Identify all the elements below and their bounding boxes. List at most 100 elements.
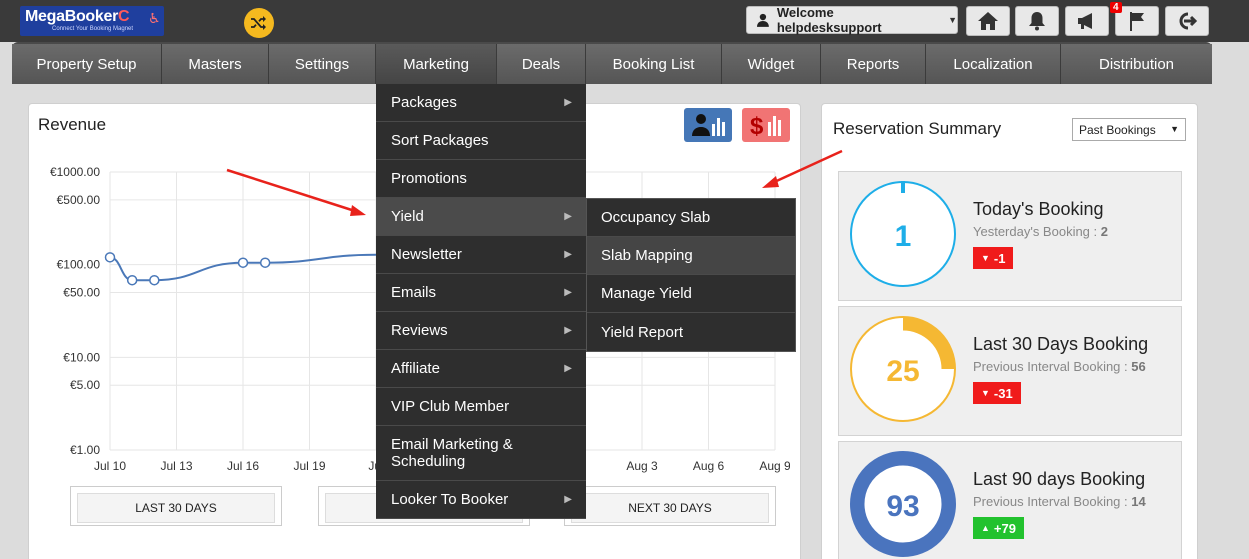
last-30-days-button[interactable]: LAST 30 DAYS	[70, 486, 282, 526]
x-tick-label: Aug 6	[693, 459, 725, 473]
home-button[interactable]	[966, 6, 1010, 36]
menu-item-looker-to-booker[interactable]: Looker To Booker ▶	[376, 481, 586, 519]
data-point	[237, 257, 249, 268]
last-30-days-value: 25	[886, 355, 919, 388]
chevron-right-icon: ▶	[564, 287, 572, 298]
booking-filter-select[interactable]: Past Bookings ▼	[1072, 118, 1186, 141]
next-30-days-button[interactable]: NEXT 30 DAYS	[564, 486, 776, 526]
nav-widget[interactable]: Widget	[722, 44, 821, 84]
menu-item-vip-club-member[interactable]: VIP Club Member	[376, 388, 586, 426]
chevron-right-icon: ▶	[564, 494, 572, 505]
today-booking-value: 1	[895, 220, 912, 253]
submenu-item-slab-mapping[interactable]: Slab Mapping	[587, 237, 795, 275]
booking-filter-value: Past Bookings	[1079, 122, 1156, 137]
megaphone-icon	[1078, 13, 1092, 29]
chevron-right-icon: ▶	[564, 211, 572, 222]
revenue-chart-button[interactable]: $	[742, 108, 790, 142]
nav-reports[interactable]: Reports	[821, 44, 926, 84]
nav-localization[interactable]: Localization	[926, 44, 1061, 84]
y-tick-label: €1000.00	[50, 165, 100, 179]
y-tick-label: €5.00	[70, 378, 100, 392]
guest-chart-button[interactable]	[684, 108, 732, 142]
today-booking-ring: 1	[850, 181, 956, 287]
revenue-series-points	[104, 252, 271, 286]
nav-booking-list[interactable]: Booking List	[586, 44, 722, 84]
x-tick-label: Aug 3	[626, 459, 658, 473]
logo-text: MegaBookerC	[25, 8, 130, 25]
menu-item-emails[interactable]: Emails ▶	[376, 274, 586, 312]
logo-tagline: Connect Your Booking Magnet	[52, 26, 134, 32]
x-tick-label: Aug 9	[759, 459, 790, 473]
chevron-right-icon: ▶	[564, 363, 572, 374]
last-30-days-ring: 25	[850, 316, 956, 422]
x-tick-label: Jul 13	[160, 459, 192, 473]
reservation-title: Reservation Summary	[833, 119, 1002, 138]
x-tick-label: Jul 19	[293, 459, 325, 473]
data-point	[126, 274, 138, 286]
last-30-days-title: Last 30 Days Booking	[973, 334, 1149, 354]
last-90-days-title: Last 90 days Booking	[973, 469, 1146, 489]
home-icon	[978, 12, 998, 30]
today-booking-card: 1 Today's Booking Yesterday's Booking : …	[838, 171, 1182, 301]
y-tick-label: €10.00	[63, 350, 100, 364]
last-90-days-value: 93	[886, 490, 919, 523]
data-point	[149, 274, 160, 286]
submenu-item-manage-yield[interactable]: Manage Yield	[587, 275, 795, 313]
menu-item-affiliate[interactable]: Affiliate ▶	[376, 350, 586, 388]
nav-settings[interactable]: Settings	[269, 44, 376, 84]
menu-item-email-marketing[interactable]: Email Marketing & Scheduling	[376, 426, 586, 481]
submenu-item-occupancy-slab[interactable]: Occupancy Slab	[587, 199, 795, 237]
chevron-right-icon: ▶	[564, 325, 572, 336]
previous-interval-sub: Previous Interval Booking : 14	[973, 494, 1146, 509]
flag-button[interactable]	[1115, 6, 1159, 36]
last-30-days-delta: ▼ -31	[973, 382, 1021, 404]
nav-marketing[interactable]: Marketing	[376, 44, 497, 84]
wheelchair-icon: ♿	[148, 10, 161, 26]
revenue-title: Revenue	[38, 115, 107, 134]
x-tick-label: Jul 16	[227, 459, 259, 473]
announcement-button[interactable]	[1065, 6, 1109, 36]
last-30-days-label: LAST 30 DAYS	[77, 493, 275, 523]
next-30-days-label: NEXT 30 DAYS	[571, 493, 769, 523]
previous-interval-sub: Previous Interval Booking : 56	[973, 359, 1146, 374]
menu-item-reviews[interactable]: Reviews ▶	[376, 312, 586, 350]
last-90-days-card: 93 Last 90 days Booking Previous Interva…	[838, 441, 1182, 559]
user-menu[interactable]: Welcome helpdesksupport ▼	[746, 5, 958, 35]
yield-submenu: Occupancy Slab Slab Mapping Manage Yield…	[586, 198, 796, 352]
logout-icon	[1179, 12, 1198, 30]
menu-item-promotions[interactable]: Promotions	[376, 160, 586, 198]
caret-up-icon: ▲	[981, 523, 990, 533]
chevron-right-icon: ▶	[564, 97, 572, 108]
shuffle-button[interactable]	[244, 8, 274, 38]
today-booking-delta: ▼ -1	[973, 247, 1014, 269]
y-tick-label: €50.00	[63, 286, 100, 300]
logout-button[interactable]	[1165, 6, 1209, 36]
chevron-right-icon: ▶	[564, 249, 572, 260]
submenu-item-yield-report[interactable]: Yield Report	[587, 313, 795, 351]
last-90-days-delta: ▲ +79	[973, 517, 1024, 539]
today-booking-title: Today's Booking	[973, 199, 1104, 219]
x-tick-label: Jul 10	[94, 459, 126, 473]
y-tick-label: €100.00	[57, 258, 101, 272]
menu-item-packages[interactable]: Packages ▶	[376, 84, 586, 122]
y-tick-label: €1.00	[70, 443, 100, 457]
last-30-days-card: 25 Last 30 Days Booking Previous Interva…	[838, 306, 1182, 436]
nav-distribution[interactable]: Distribution	[1061, 44, 1212, 84]
nav-deals[interactable]: Deals	[497, 44, 586, 84]
marketing-dropdown: Packages ▶ Sort Packages Promotions Yield…	[376, 84, 586, 519]
y-tick-label: €500.00	[57, 193, 101, 207]
dollar-chart-icon: $	[750, 113, 781, 138]
nav-masters[interactable]: Masters	[162, 44, 269, 84]
guest-chart-icon	[692, 114, 725, 136]
logo[interactable]: MegaBookerC Connect Your Booking Magnet …	[20, 6, 164, 36]
bell-button[interactable]	[1015, 6, 1059, 36]
yesterday-booking-sub: Yesterday's Booking : 2	[973, 224, 1108, 239]
menu-item-yield[interactable]: Yield ▶	[376, 198, 586, 236]
main-nav: Property Setup Masters Settings Marketin…	[12, 42, 1212, 84]
menu-item-sort-packages[interactable]: Sort Packages	[376, 122, 586, 160]
user-icon	[757, 13, 769, 27]
menu-item-newsletter[interactable]: Newsletter ▶	[376, 236, 586, 274]
flag-icon	[1130, 12, 1144, 31]
nav-property-setup[interactable]: Property Setup	[12, 44, 162, 84]
data-point	[259, 257, 271, 268]
